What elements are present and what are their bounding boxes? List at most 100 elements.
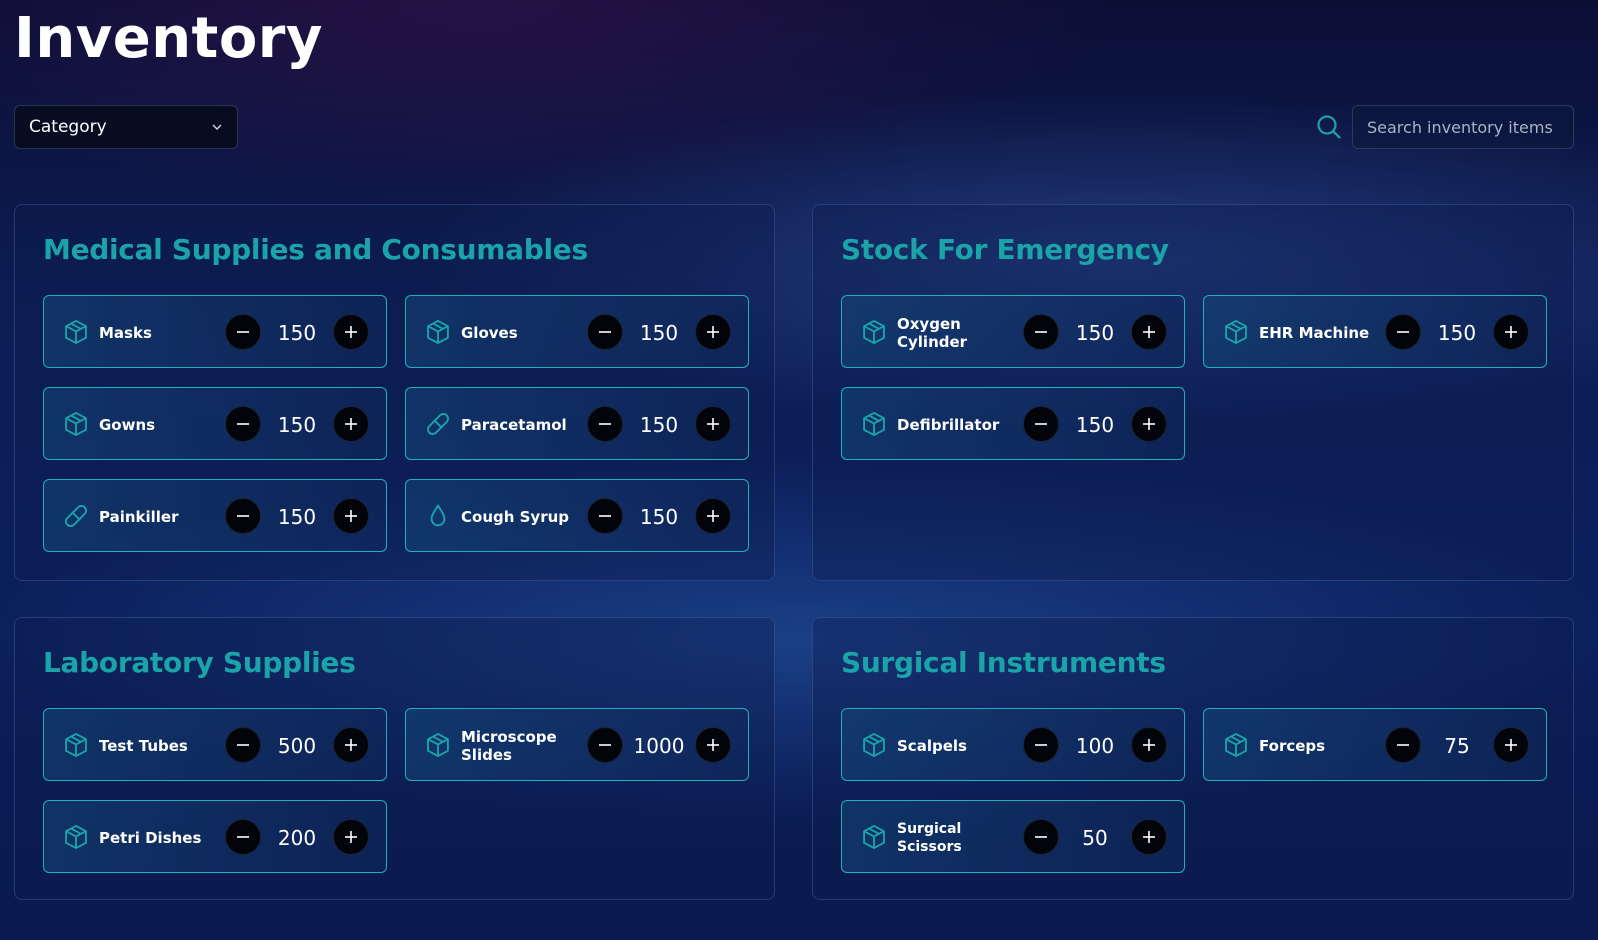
increment-button[interactable]: [695, 727, 731, 763]
increment-button[interactable]: [333, 406, 369, 442]
plus-icon: [707, 739, 719, 751]
inventory-item-gloves: Gloves 150: [405, 295, 749, 368]
item-name: Gowns: [99, 415, 156, 434]
increment-button[interactable]: [1131, 819, 1167, 855]
box-icon: [62, 318, 90, 346]
increment-button[interactable]: [1131, 727, 1167, 763]
decrement-button[interactable]: [1385, 314, 1421, 350]
item-quantity: 150: [1075, 320, 1115, 345]
minus-icon: [237, 423, 249, 425]
inventory-item-painkiller: Painkiller 150: [43, 479, 387, 552]
increment-button[interactable]: [695, 314, 731, 350]
increment-button[interactable]: [1493, 314, 1529, 350]
increment-button[interactable]: [333, 314, 369, 350]
page-title: Inventory: [14, 6, 323, 71]
inventory-item-defibrillator: Defibrillator 150: [841, 387, 1185, 460]
inventory-item-forceps: Forceps 75: [1203, 708, 1547, 781]
increment-button[interactable]: [1131, 314, 1167, 350]
increment-button[interactable]: [695, 406, 731, 442]
increment-button[interactable]: [1493, 727, 1529, 763]
item-name: Test Tubes: [99, 736, 188, 755]
item-quantity: 1000: [633, 733, 685, 758]
box-icon: [424, 318, 452, 346]
decrement-button[interactable]: [587, 498, 623, 534]
increment-button[interactable]: [333, 819, 369, 855]
item-quantity: 500: [277, 733, 317, 758]
item-quantity: 100: [1075, 733, 1115, 758]
plus-icon: [1143, 739, 1155, 751]
decrement-button[interactable]: [225, 406, 261, 442]
box-icon: [62, 823, 90, 851]
decrement-button[interactable]: [225, 498, 261, 534]
item-quantity: 150: [277, 412, 317, 437]
section-title: Medical Supplies and Consumables: [43, 233, 588, 266]
item-name: Oxygen Cylinder: [897, 314, 968, 351]
item-quantity: 75: [1444, 733, 1470, 758]
item-name: Surgical Scissors: [897, 820, 962, 855]
minus-icon: [599, 423, 611, 425]
item-name: Cough Syrup: [461, 507, 570, 526]
box-icon: [860, 823, 888, 851]
item-quantity: 150: [639, 412, 679, 437]
inventory-item-petri-dishes: Petri Dishes 200: [43, 800, 387, 873]
minus-icon: [1035, 331, 1047, 333]
section-laboratory-supplies: Laboratory Supplies Test Tubes 500 Micro…: [14, 617, 775, 900]
decrement-button[interactable]: [1023, 727, 1059, 763]
inventory-item-test-tubes: Test Tubes 500: [43, 708, 387, 781]
section-surgical-instruments: Surgical Instruments Scalpels 100 Forcep…: [812, 617, 1574, 900]
inventory-item-oxygen-cylinder: Oxygen Cylinder 150: [841, 295, 1185, 368]
item-name: Paracetamol: [461, 415, 567, 434]
decrement-button[interactable]: [587, 727, 623, 763]
minus-icon: [599, 331, 611, 333]
minus-icon: [237, 744, 249, 746]
item-name: Defibrillator: [897, 415, 1000, 434]
inventory-item-gowns: Gowns 150: [43, 387, 387, 460]
item-name: Scalpels: [897, 736, 967, 755]
item-name: Masks: [99, 323, 152, 342]
search-input[interactable]: [1352, 105, 1574, 149]
section-title: Surgical Instruments: [841, 646, 1166, 679]
decrement-button[interactable]: [1023, 406, 1059, 442]
item-name: Petri Dishes: [99, 828, 202, 847]
inventory-item-masks: Masks 150: [43, 295, 387, 368]
category-dropdown[interactable]: Category: [14, 105, 238, 149]
decrement-button[interactable]: [587, 406, 623, 442]
item-name: EHR Machine: [1259, 323, 1370, 342]
plus-icon: [345, 831, 357, 843]
plus-icon: [1143, 326, 1155, 338]
section-title: Laboratory Supplies: [43, 646, 356, 679]
minus-icon: [599, 744, 611, 746]
increment-button[interactable]: [695, 498, 731, 534]
decrement-button[interactable]: [225, 727, 261, 763]
minus-icon: [1397, 744, 1409, 746]
decrement-button[interactable]: [1023, 314, 1059, 350]
pill-icon: [424, 410, 452, 438]
inventory-item-ehr-machine: EHR Machine 150: [1203, 295, 1547, 368]
increment-button[interactable]: [333, 498, 369, 534]
inventory-item-cough-syrup: Cough Syrup 150: [405, 479, 749, 552]
decrement-button[interactable]: [225, 314, 261, 350]
plus-icon: [345, 326, 357, 338]
increment-button[interactable]: [333, 727, 369, 763]
item-name: Painkiller: [99, 507, 179, 526]
decrement-button[interactable]: [225, 819, 261, 855]
minus-icon: [237, 331, 249, 333]
section-medical-supplies: Medical Supplies and Consumables Masks 1…: [14, 204, 775, 581]
decrement-button[interactable]: [587, 314, 623, 350]
item-quantity: 200: [277, 825, 317, 850]
increment-button[interactable]: [1131, 406, 1167, 442]
plus-icon: [1143, 831, 1155, 843]
decrement-button[interactable]: [1385, 727, 1421, 763]
inventory-item-paracetamol: Paracetamol 150: [405, 387, 749, 460]
item-quantity: 50: [1082, 825, 1108, 850]
item-quantity: 150: [1437, 320, 1477, 345]
box-icon: [62, 410, 90, 438]
inventory-item-microscope-slides: Microscope Slides 1000: [405, 708, 749, 781]
search-icon[interactable]: [1316, 114, 1342, 140]
pill-icon: [62, 502, 90, 530]
item-quantity: 150: [639, 320, 679, 345]
section-stock-for-emergency: Stock For Emergency Oxygen Cylinder 150 …: [812, 204, 1574, 581]
drop-icon: [424, 502, 452, 530]
box-icon: [860, 318, 888, 346]
decrement-button[interactable]: [1023, 819, 1059, 855]
